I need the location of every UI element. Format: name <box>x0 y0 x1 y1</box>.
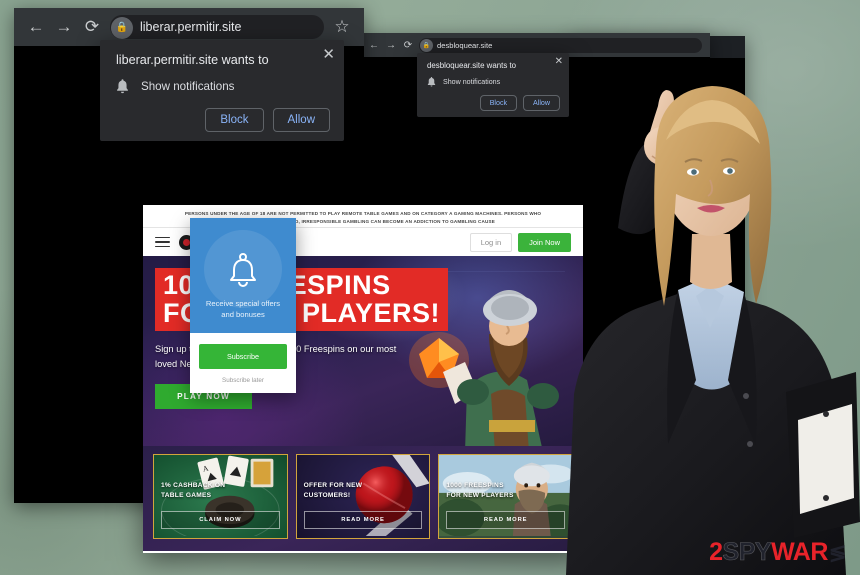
lock-icon: 🔒 <box>420 39 433 52</box>
push-overlay-actions: Subscribe Subscribe later <box>190 332 296 393</box>
login-button[interactable]: Log in <box>469 232 513 252</box>
promo-card-title: 1000 FREESPINS FOR NEW PLAYERS <box>446 482 514 499</box>
promo-card-title: OFFER FOR NEW CUSTOMERS! <box>303 482 363 499</box>
reload-icon[interactable]: ⟳ <box>82 17 102 37</box>
allow-button[interactable]: Allow <box>523 95 560 111</box>
forward-icon[interactable]: → <box>385 39 397 51</box>
promo-card[interactable]: A 1% CASHBACK ON TABLE GAMES CLAIM NOW <box>153 454 288 539</box>
screenshot-stage: Web Push + Sen ← → ⟳ 🔒 desbloquear.site … <box>0 0 860 575</box>
svg-text:A: A <box>202 463 210 473</box>
close-icon[interactable]: ✕ <box>322 47 335 62</box>
promo-card-button[interactable]: READ MORE <box>446 511 566 529</box>
allow-button[interactable]: Allow <box>272 108 330 132</box>
address-bar-url: liberar.permitir.site <box>140 20 242 34</box>
site-watermark: 2 SPY WAR ≶ <box>709 538 847 566</box>
permission-dialog-title: liberar.permitir.site wants to <box>116 53 269 67</box>
navbar-right-actions: Log in Join Now <box>469 232 571 252</box>
push-headline-line-1: Receive special offers <box>205 299 281 308</box>
address-bar-url: desbloquear.site <box>437 40 493 50</box>
push-overlay-headline: Receive special offers and bonuses <box>198 298 288 321</box>
reload-icon[interactable]: ⟳ <box>402 39 414 51</box>
promo-card-row: A 1% CASHBACK ON TABLE GAMES CLAIM NOW O… <box>143 446 583 551</box>
permission-request-row: Show notifications <box>427 77 560 87</box>
block-button[interactable]: Block <box>479 95 518 111</box>
hamburger-icon[interactable] <box>155 236 170 248</box>
permission-request-row: Show notifications <box>116 79 330 94</box>
subscribe-later-link[interactable]: Subscribe later <box>199 377 287 384</box>
bell-icon <box>117 79 128 94</box>
notification-permission-dialog-two[interactable]: ✕ desbloquear.site wants to Show notific… <box>417 53 569 117</box>
bookmark-star-icon[interactable]: ☆ <box>332 17 352 37</box>
promo-card[interactable]: OFFER FOR NEW CUSTOMERS! READ MORE <box>295 454 431 539</box>
watermark-part-2: 2 <box>709 538 723 566</box>
promo-card[interactable]: 1000 FREESPINS FOR NEW PLAYERS READ MORE <box>438 454 574 539</box>
promo-card-button[interactable]: READ MORE <box>303 511 423 529</box>
watermark-part-spy: SPY <box>722 538 772 566</box>
permission-request-label: Show notifications <box>141 80 235 93</box>
back-icon[interactable]: ← <box>26 17 46 37</box>
bell-icon <box>230 253 256 287</box>
push-overlay-header: Receive special offers and bonuses <box>190 218 296 333</box>
address-bar[interactable]: 🔒 liberar.permitir.site <box>110 15 324 39</box>
permission-dialog-actions: Block Allow <box>116 108 330 132</box>
push-headline-line-2: and bonuses <box>221 310 265 320</box>
age-disclaimer-line-1: PERSONS UNDER THE AGE OF 18 ARE NOT PERM… <box>184 211 542 216</box>
promo-card-button[interactable]: CLAIM NOW <box>161 511 280 529</box>
lock-icon: 🔒 <box>111 16 133 39</box>
bell-icon <box>427 77 436 87</box>
push-subscribe-overlay[interactable]: Receive special offers and bonuses Subsc… <box>190 218 296 393</box>
permission-dialog-actions: Block Allow <box>427 95 560 111</box>
watermark-part-war: WAR <box>771 538 828 566</box>
push-overlay-pointer <box>234 218 252 219</box>
subscribe-button[interactable]: Subscribe <box>199 343 287 369</box>
forward-icon[interactable]: → <box>54 17 74 37</box>
permission-dialog-title: desbloquear.site wants to <box>427 61 517 70</box>
watermark-chevrons: ≶ <box>828 542 847 565</box>
notification-permission-dialog-one[interactable]: ✕ liberar.permitir.site wants to Show no… <box>100 40 344 141</box>
woman-pointing-up-photo <box>566 86 860 575</box>
promo-card-title: 1% CASHBACK ON TABLE GAMES <box>161 482 226 499</box>
block-button[interactable]: Block <box>205 108 264 132</box>
permission-request-label: Show notifications <box>443 78 501 86</box>
back-icon[interactable]: ← <box>368 39 380 51</box>
